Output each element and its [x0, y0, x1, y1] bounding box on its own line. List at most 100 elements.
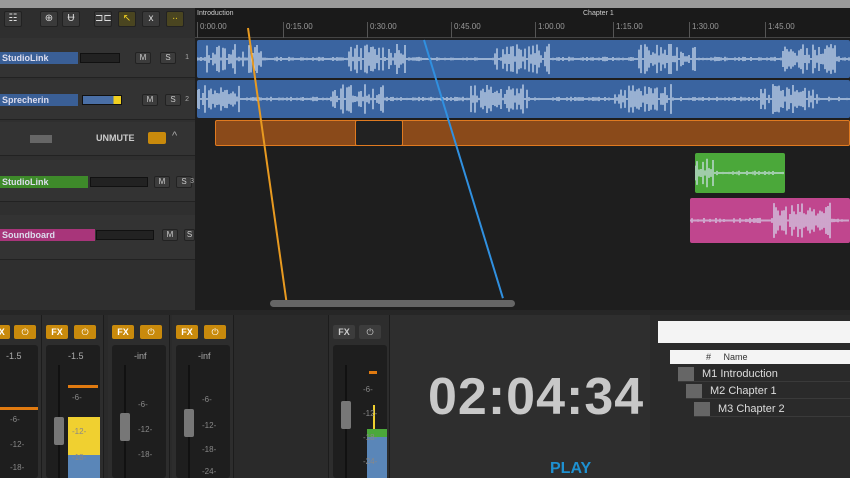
mute-button[interactable]: M — [154, 176, 170, 188]
track-header-1[interactable]: StudioLink M S 1 — [0, 38, 195, 78]
track-name[interactable]: Sprecherin — [0, 94, 78, 106]
mixer-strip: FX ⏻ -inf -6- -12- -18- -24- — [172, 315, 234, 478]
marker-row[interactable]: M3 Chapter 2 — [694, 401, 850, 417]
waveform — [196, 43, 850, 75]
waveform — [694, 158, 784, 188]
envelope-tool-button[interactable]: ∙∙ — [166, 11, 184, 27]
meter-scale: -24- — [202, 467, 217, 476]
track-meter — [80, 53, 120, 63]
meter-scale: -12- — [10, 440, 25, 449]
envelope-dip[interactable] — [355, 120, 403, 146]
meter-scale: -18- — [10, 463, 25, 472]
envelope-shape-icon[interactable]: ^ — [172, 130, 177, 142]
marker-list-header: # Name — [670, 350, 850, 364]
mic-in-button[interactable]: ⊕ — [40, 11, 58, 27]
power-icon[interactable]: ⏻ — [14, 325, 36, 339]
marker-name: Chapter 1 — [728, 385, 777, 397]
meter-scale: -12- — [72, 427, 87, 436]
marker-chapter-1[interactable]: Chapter 1 — [583, 10, 614, 17]
marker-name: Chapter 2 — [736, 403, 785, 415]
timeline-ruler[interactable]: Introduction Chapter 1 0:00.00 0:15.00 0… — [195, 8, 850, 38]
unmute-label: UNMUTE — [96, 133, 135, 143]
marker-filter-input[interactable] — [658, 321, 850, 343]
track-header-4[interactable]: Soundboard M S — [0, 215, 195, 260]
marker-row[interactable]: M2 Chapter 1 — [686, 383, 850, 399]
track-number: 1 — [185, 54, 189, 61]
track-number: 3 — [190, 178, 194, 185]
envelope-item[interactable] — [215, 120, 850, 146]
audio-item-studiolink-3[interactable] — [694, 153, 785, 193]
marker-id: M3 — [718, 403, 734, 415]
power-icon[interactable]: ⏻ — [74, 325, 96, 339]
solo-button[interactable]: S — [184, 229, 195, 241]
track-name[interactable]: StudioLink — [0, 176, 88, 188]
horizontal-scrollbar[interactable] — [270, 300, 515, 307]
playhead[interactable] — [423, 39, 504, 299]
transport-state: PLAY — [550, 460, 592, 477]
grid-button[interactable]: ☷ — [4, 11, 22, 27]
audio-item-soundboard[interactable] — [689, 198, 850, 243]
audio-item-studiolink[interactable] — [196, 40, 850, 78]
meter-scale: -6- — [202, 395, 212, 404]
volume-fader[interactable] — [184, 409, 194, 437]
ripple-button[interactable]: ⊐⊏ — [94, 11, 112, 27]
audio-item-sprecherin[interactable] — [196, 80, 850, 118]
volume-fader[interactable] — [120, 413, 130, 441]
track-name[interactable]: StudioLink — [0, 52, 78, 64]
track-header-2[interactable]: Sprecherin M S 2 — [0, 80, 195, 120]
marker-list-panel: # Name M1 Introduction M2 Chapter 1 M3 C… — [650, 315, 850, 478]
marker-color-swatch — [686, 384, 702, 399]
meter-scale: -18- — [72, 453, 87, 462]
meter-scale: -12- — [202, 421, 217, 430]
master-volume-fader[interactable] — [341, 401, 351, 429]
toolbar: ☷ ⊕ Ʉ ⊐⊏ ↖ x ∙∙ — [0, 8, 195, 30]
trim-tool-button[interactable]: x — [142, 11, 160, 27]
fx-button[interactable]: FX — [46, 325, 68, 339]
marker-row[interactable]: M1 Introduction — [678, 366, 850, 382]
mic-out-button[interactable]: Ʉ — [62, 11, 80, 27]
peak-indicator — [0, 407, 38, 410]
ruler-tick: 0:15.00 — [283, 22, 313, 38]
track-meter — [90, 177, 148, 187]
ruler-tick: 0:45.00 — [451, 22, 481, 38]
select-tool-button[interactable]: ↖ — [118, 11, 136, 27]
ruler-tick: 1:15.00 — [613, 22, 643, 38]
column-number: # — [706, 352, 712, 362]
envelope-track-header[interactable]: UNMUTE ^ — [0, 122, 195, 156]
solo-button[interactable]: S — [160, 52, 176, 64]
envelope-slider[interactable] — [30, 135, 52, 143]
marker-id: M1 — [702, 368, 718, 380]
power-icon[interactable]: ⏻ — [140, 325, 162, 339]
power-icon[interactable]: ⏻ — [204, 325, 226, 339]
mute-button[interactable]: M — [142, 94, 158, 106]
peak-indicator — [369, 371, 377, 374]
title-bar — [0, 0, 850, 8]
ruler-tick: 0:30.00 — [367, 22, 397, 38]
mixer-strip: FX ⏻ -inf -6- -12- -18- — [108, 315, 170, 478]
fx-button[interactable]: FX — [0, 325, 10, 339]
arrange-view[interactable]: Introduction Chapter 1 0:00.00 0:15.00 0… — [195, 8, 850, 310]
fx-button[interactable]: FX — [112, 325, 134, 339]
master-fx-button[interactable]: FX — [333, 325, 355, 339]
marker-color-swatch — [694, 402, 710, 417]
mute-button[interactable]: M — [162, 229, 178, 241]
marker-introduction[interactable]: Introduction — [197, 10, 234, 17]
unmute-toggle-button[interactable] — [148, 132, 166, 144]
track-name[interactable]: Soundboard — [0, 229, 95, 241]
fx-button[interactable]: FX — [176, 325, 198, 339]
track-header-3[interactable]: StudioLink M S 3 — [0, 160, 195, 202]
track-panel: StudioLink M S 1 Sprecherin M S 2 UNMUTE… — [0, 30, 195, 310]
mixer: FX ⏻ -1.5 -6- -12- -18- FX ⏻ -1.5 -6- -1… — [0, 315, 390, 478]
solo-button[interactable]: S — [165, 94, 181, 106]
power-icon[interactable]: ⏻ — [359, 325, 381, 339]
track-number: 2 — [185, 96, 189, 103]
mute-button[interactable]: M — [135, 52, 151, 64]
volume-readout: -inf — [198, 351, 211, 361]
meter-scale: -24- — [363, 457, 378, 466]
meter-scale: -12- — [363, 409, 378, 418]
volume-fader[interactable] — [54, 417, 64, 445]
meter-scale: -6- — [363, 385, 373, 394]
ruler-tick: 0:00.00 — [197, 22, 227, 38]
marker-id: M2 — [710, 385, 726, 397]
peak-indicator — [68, 385, 98, 388]
